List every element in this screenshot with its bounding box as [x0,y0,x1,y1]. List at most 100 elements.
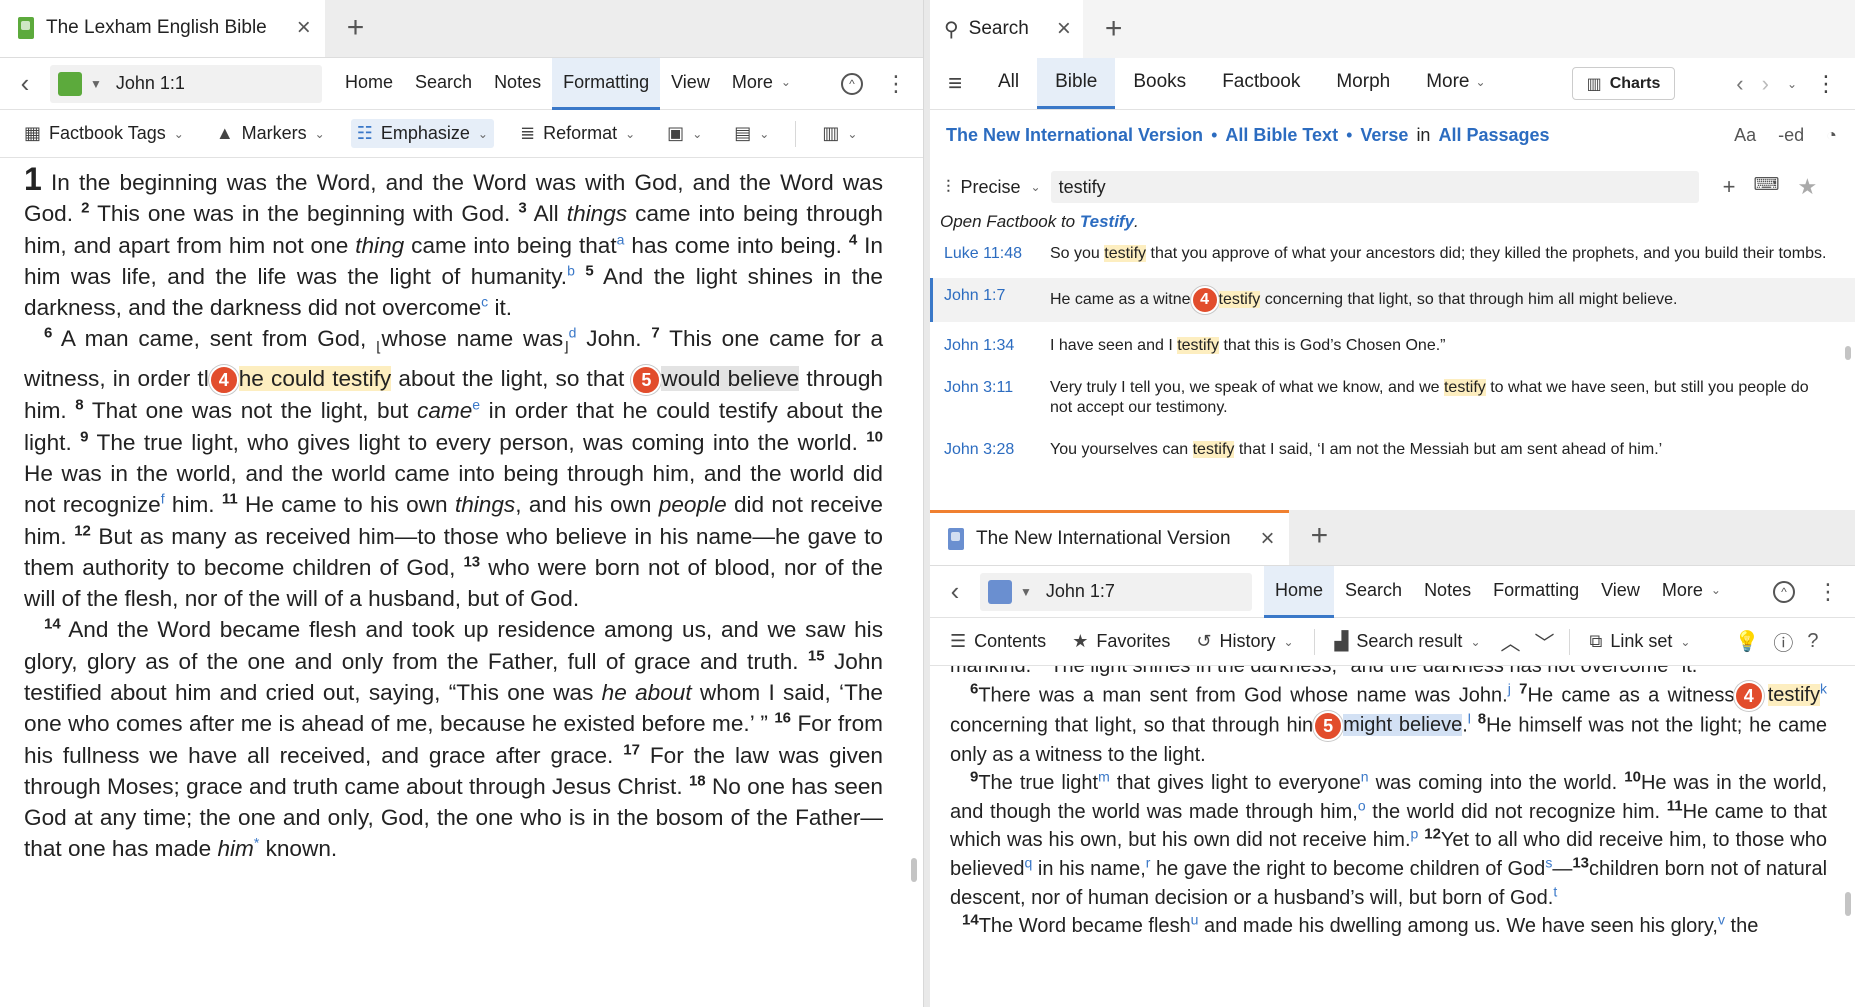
close-icon[interactable]: × [1057,15,1071,43]
nav-view[interactable]: View [1590,566,1651,618]
scope-passages-link[interactable]: All Passages [1438,125,1549,146]
link-icon: ⧉ [1589,631,1603,651]
factbook-link[interactable]: Testify [1080,212,1134,231]
kebab-menu-icon[interactable]: ⋮ [1815,71,1837,97]
link-set-button[interactable]: ⧉ Link set ⌄ [1584,627,1697,656]
category-books[interactable]: Books [1115,58,1204,109]
chevron-down-icon[interactable]: ▼ [90,77,102,91]
help-icon[interactable]: ? [1807,630,1818,653]
reference-input[interactable]: John 1:1 [116,73,185,94]
back-arrow-icon[interactable]: ‹ [0,68,50,99]
lightbulb-icon[interactable]: 💡 [1734,629,1759,654]
nav-home[interactable]: Home [334,58,404,110]
nav-search[interactable]: Search [404,58,483,110]
resource-icon[interactable] [988,579,1012,604]
search-mode-select[interactable]: Precise [961,177,1021,198]
document-button[interactable]: ▥ ⌄ [816,119,863,148]
result-row-selected[interactable]: John 1:7 He came as a witne 4 testify conc… [930,278,1855,322]
info-icon[interactable]: ⓘ [1773,627,1793,656]
new-tab-plus-icon[interactable]: + [1083,0,1145,58]
chevron-up-icon[interactable]: ︿ [1501,627,1521,656]
result-ref[interactable]: John 1:34 [944,336,1050,356]
nav-notes[interactable]: Notes [1413,566,1482,618]
calendar-button[interactable]: ▣ ⌄ [661,119,708,148]
new-tab-plus-icon[interactable]: + [1289,510,1351,565]
nav-search[interactable]: Search [1334,566,1413,618]
result-hit: testify [1218,291,1261,309]
category-more[interactable]: More ⌄ [1408,58,1503,109]
resource-icon[interactable] [58,71,82,96]
left-nav-bar: ‹ ▼ John 1:1 Home Search Notes Formattin… [0,57,923,110]
emphasize-button[interactable]: ☷ Emphasize ⌄ [350,119,494,148]
hamburger-menu-icon[interactable]: ≡ [930,58,980,109]
scope-text-link[interactable]: All Bible Text [1225,125,1338,146]
close-icon[interactable]: × [1261,527,1275,551]
kebab-menu-icon[interactable]: ⋮ [885,71,907,97]
close-icon[interactable]: × [297,16,311,40]
factbook-tags-button[interactable]: ▦ Factbook Tags ⌄ [18,119,190,148]
back-arrow-icon[interactable]: ‹ [1736,71,1743,97]
reformat-button[interactable]: ≣ Reformat ⌄ [514,119,641,148]
bar-chart-icon: ▟ [1334,631,1349,651]
chevron-down-icon[interactable]: ▼ [1020,585,1032,599]
result-ref[interactable]: John 1:7 [944,286,1050,314]
tab-niv[interactable]: The New International Version × [930,510,1289,565]
back-arrow-icon[interactable]: ‹ [930,576,980,607]
reference-box[interactable]: ▼ John 1:1 [50,64,322,103]
reference-input[interactable]: John 1:7 [1046,581,1115,602]
add-icon[interactable]: + [1723,174,1736,200]
nav-formatting[interactable]: Formatting [1482,566,1590,618]
chevron-down-icon[interactable]: ⌄ [1031,180,1041,194]
forward-arrow-icon[interactable]: › [1762,71,1769,97]
result-ref[interactable]: Luke 11:48 [944,244,1050,264]
category-all[interactable]: All [980,58,1037,109]
scope-unit-link[interactable]: Verse [1360,125,1408,146]
nav-notes[interactable]: Notes [483,58,552,110]
favorites-button[interactable]: ★ Favorites [1066,627,1176,656]
chevron-down-icon: ⌄ [314,126,325,141]
scrollbar-thumb[interactable] [911,858,917,882]
charts-button[interactable]: ▥ Charts [1571,67,1676,100]
search-result-button[interactable]: ▟ Search result ⌄ [1329,627,1487,656]
category-factbook[interactable]: Factbook [1204,58,1318,109]
scrollbar-thumb[interactable] [1845,892,1851,916]
result-ref[interactable]: John 3:28 [944,440,1050,460]
chevron-down-icon[interactable]: ⌄ [1787,77,1797,91]
keyboard-icon[interactable]: ⌨ [1753,174,1779,200]
sync-up-icon[interactable]: ^ [841,72,863,95]
scrollbar-thumb[interactable] [1845,346,1851,360]
result-ref[interactable]: John 3:11 [944,378,1050,418]
reference-box[interactable]: ▼ John 1:7 [980,572,1252,611]
scope-version-link[interactable]: The New International Version [946,125,1203,146]
search-tab-bar: ⚲ Search × + [930,0,1855,58]
result-row[interactable]: John 3:28 You yourselves can testify tha… [930,432,1855,468]
spelling-icon[interactable]: -ed [1778,125,1804,146]
tab-search[interactable]: ⚲ Search × [930,0,1083,58]
markers-button[interactable]: ▲ Markers ⌄ [210,119,331,148]
sliders-icon[interactable]: ⫶ [946,177,951,198]
history-button[interactable]: ↺ History ⌄ [1190,627,1299,656]
niv-bible-text[interactable]: mankind. 5 The light shines in the darkn… [930,666,1855,986]
category-bible[interactable]: Bible [1037,58,1116,109]
nav-formatting[interactable]: Formatting [552,57,661,110]
result-row[interactable]: John 1:34 I have seen and I testify that… [930,328,1855,364]
sync-up-icon[interactable]: ^ [1773,580,1795,603]
lexham-bible-text[interactable]: 1 In the beginning was the Word, and the… [0,158,923,1007]
nav-view[interactable]: View [660,58,721,110]
chevron-down-icon[interactable]: ﹀ [1535,627,1555,656]
star-icon[interactable]: ★ [1797,174,1817,200]
tab-lexham[interactable]: The Lexham English Bible × [0,0,325,57]
new-tab-plus-icon[interactable]: + [325,0,387,57]
result-row[interactable]: John 3:11 Very truly I tell you, we spea… [930,370,1855,426]
search-input[interactable]: testify [1050,171,1699,203]
visual-filter-icon[interactable]: ◔ [1826,125,1837,146]
nav-more[interactable]: More ⌄ [1651,566,1732,618]
bookmark-button[interactable]: ▤ ⌄ [728,119,775,148]
font-size-icon[interactable]: Aa [1734,125,1756,146]
nav-more[interactable]: More ⌄ [721,58,802,110]
nav-home[interactable]: Home [1264,565,1335,618]
result-row[interactable]: Luke 11:48 So you testify that you appro… [930,236,1855,272]
category-morph[interactable]: Morph [1318,58,1408,109]
kebab-menu-icon[interactable]: ⋮ [1817,579,1839,605]
contents-button[interactable]: ☰ Contents [944,627,1052,656]
